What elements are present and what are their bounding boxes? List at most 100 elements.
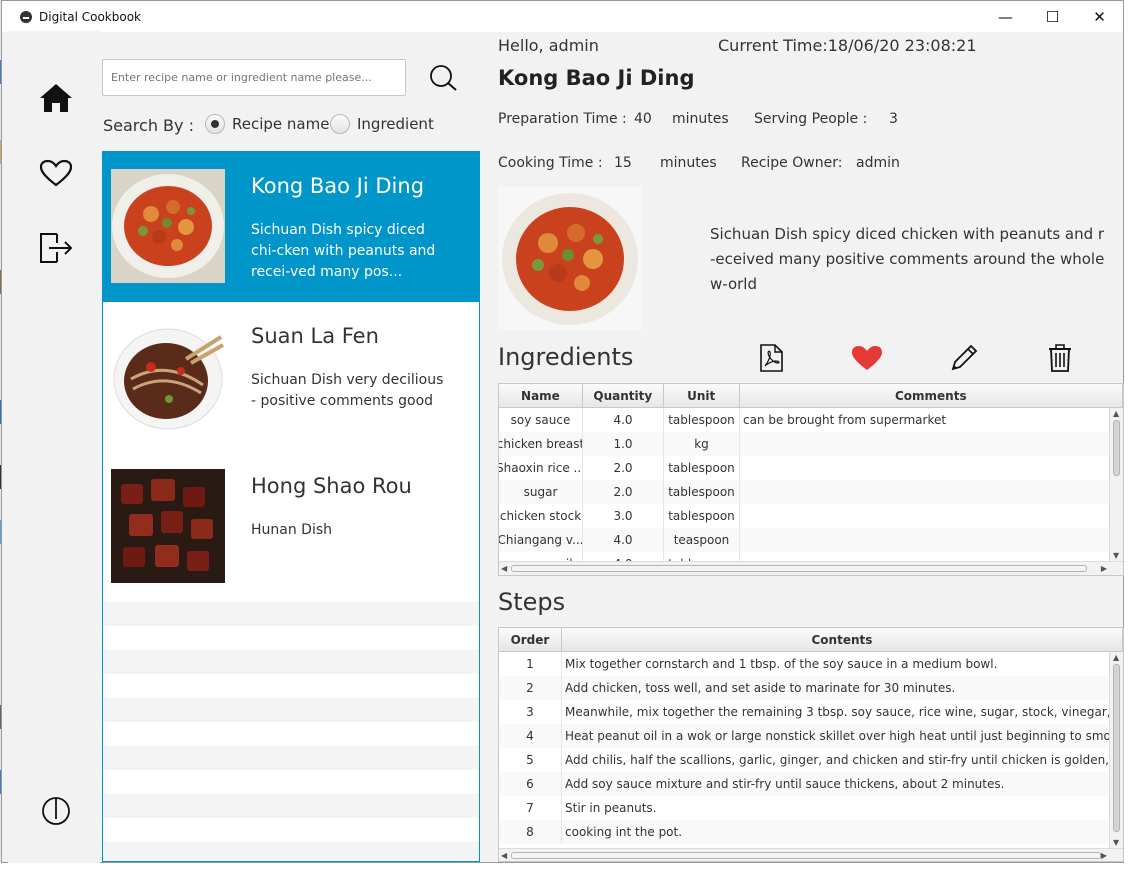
column-header[interactable]: Unit [664,384,740,407]
recipe-list-item[interactable]: Kong Bao Ji Ding Sichuan Dish spicy dice… [103,152,479,302]
steps-horizontal-scrollbar[interactable]: ◀ ▶ [499,848,1123,861]
pdf-icon[interactable] [754,341,788,375]
cell-contents: Mix together cornstarch and 1 tbsp. of t… [562,652,1110,676]
maximize-button[interactable]: ☐ [1029,1,1076,32]
recipe-thumbnail [111,469,225,583]
table-row[interactable]: 7 Stir in peanuts. [499,796,1123,820]
scroll-thumb[interactable] [511,565,1087,572]
ingredients-horizontal-scrollbar[interactable]: ◀ ▶ [499,561,1123,575]
radio-recipe-name[interactable]: Recipe name [205,114,329,134]
list-empty-row [103,794,479,818]
table-row[interactable]: 8 cooking int the pot. [499,820,1123,844]
table-row[interactable]: 4 Heat peanut oil in a wok or large nons… [499,724,1123,748]
cell-comments [740,504,1110,528]
cell-quantity: 1.0 [583,432,664,456]
scroll-left-arrow[interactable]: ◀ [501,851,507,860]
cell-unit: kg [664,432,740,456]
column-header[interactable]: Contents [562,628,1123,651]
owner-value: admin [856,155,900,171]
window-controls: — ☐ ✕ [982,1,1123,32]
list-empty-row [103,842,479,861]
cell-order: 8 [499,820,562,844]
cook-time-label: Cooking Time : [498,155,603,171]
scroll-right-arrow[interactable]: ▶ [1101,564,1107,573]
owner-label: Recipe Owner: [741,155,843,171]
recipe-thumbnail [111,319,225,433]
recipe-list[interactable]: Kong Bao Ji Ding Sichuan Dish spicy dice… [102,151,480,862]
column-header[interactable]: Order [499,628,562,651]
cell-contents: Meanwhile, mix together the remaining 3 … [562,700,1110,724]
cell-contents: Add chicken, toss well, and set aside to… [562,676,1110,700]
table-row[interactable]: 2 Add chicken, toss well, and set aside … [499,676,1123,700]
list-empty-row [103,698,479,722]
cell-comments [740,456,1110,480]
heart-icon[interactable] [850,341,884,375]
prep-time-label: Preparation Time : [498,111,627,127]
scroll-down-arrow[interactable]: ▼ [1113,551,1119,560]
cell-comments [740,528,1110,552]
power-icon[interactable] [37,792,75,830]
scroll-up-arrow[interactable]: ▲ [1113,409,1119,418]
trash-icon[interactable] [1043,341,1077,375]
minimize-button[interactable]: — [982,1,1029,32]
table-row[interactable]: Shaoxin rice ... 2.0 tablespoon [499,456,1123,480]
scroll-thumb[interactable] [1113,420,1120,476]
radio-ingredient[interactable]: Ingredient [330,114,434,134]
recipe-list-item[interactable]: Hong Shao Rou Hunan Dish [103,452,479,602]
search-icon[interactable] [428,64,460,94]
search-input[interactable] [102,59,406,96]
table-header: Name Quantity Unit Comments [499,384,1123,408]
scroll-thumb[interactable] [511,852,1101,859]
recipe-description: Hunan Dish [251,522,333,538]
home-icon[interactable] [37,79,75,117]
cell-unit: tablespoon [664,504,740,528]
table-row[interactable]: soy sauce 4.0 tablespoon can be brought … [499,408,1123,432]
list-empty-row [103,602,479,626]
ingredients-vertical-scrollbar[interactable]: ▲ ▼ [1109,408,1123,561]
title-bar: Digital Cookbook — ☐ ✕ [2,1,1123,32]
table-row[interactable]: sugar 2.0 tablespoon [499,480,1123,504]
desktop-edge-bottom [0,862,1133,870]
radio-dot[interactable] [330,114,350,134]
table-row[interactable]: 5 Add chilis, half the scallions, garlic… [499,748,1123,772]
recipe-name: Kong Bao Ji Ding [251,174,425,198]
scroll-thumb[interactable] [1113,664,1120,832]
list-empty-row [103,674,479,698]
steps-vertical-scrollbar[interactable]: ▲ ▼ [1109,652,1123,848]
logout-icon[interactable] [37,229,75,267]
close-button[interactable]: ✕ [1076,1,1123,32]
ingredients-table[interactable]: Name Quantity Unit Comments soy sauce 4.… [498,383,1124,576]
recipe-name: Suan La Fen [251,324,379,348]
cell-order: 2 [499,676,562,700]
list-empty-row [103,818,479,842]
steps-table[interactable]: Order Contents 1 Mix together cornstarch… [498,627,1124,862]
pencil-icon[interactable] [947,341,981,375]
recipe-name: Hong Shao Rou [251,474,412,498]
prep-time-value: 40 [634,111,652,127]
heart-outline-icon[interactable] [37,154,75,192]
list-empty-row [103,746,479,770]
table-row[interactable]: chicken breast 1.0 kg [499,432,1123,456]
cell-name: sugar [499,480,583,504]
radio-dot[interactable] [205,114,225,134]
scroll-down-arrow[interactable]: ▼ [1113,838,1119,847]
recipe-list-item[interactable]: Suan La Fen Sichuan Dish very decilious … [103,302,479,452]
table-row[interactable]: 6 Add soy sauce mixture and stir-fry unt… [499,772,1123,796]
table-row[interactable]: chicken stock 3.0 tablespoon [499,504,1123,528]
scroll-right-arrow[interactable]: ▶ [1101,851,1107,860]
column-header[interactable]: Name [499,384,583,407]
cell-unit: tablespoon [664,480,740,504]
scroll-up-arrow[interactable]: ▲ [1113,653,1119,662]
table-row[interactable]: 3 Meanwhile, mix together the remaining … [499,700,1123,724]
cell-quantity: 2.0 [583,480,664,504]
table-row[interactable]: 1 Mix together cornstarch and 1 tbsp. of… [499,652,1123,676]
column-header[interactable]: Comments [740,384,1123,407]
table-row[interactable]: Chiangang v... 4.0 teaspoon [499,528,1123,552]
cell-contents: Add soy sauce mixture and stir-fry until… [562,772,1110,796]
scroll-left-arrow[interactable]: ◀ [501,564,507,573]
column-header[interactable]: Quantity [583,384,664,407]
cell-quantity: 4.0 [583,408,664,432]
cell-contents: Add chilis, half the scallions, garlic, … [562,748,1110,772]
cook-time-value: 15 [614,155,632,171]
cell-name: soy sauce [499,408,583,432]
